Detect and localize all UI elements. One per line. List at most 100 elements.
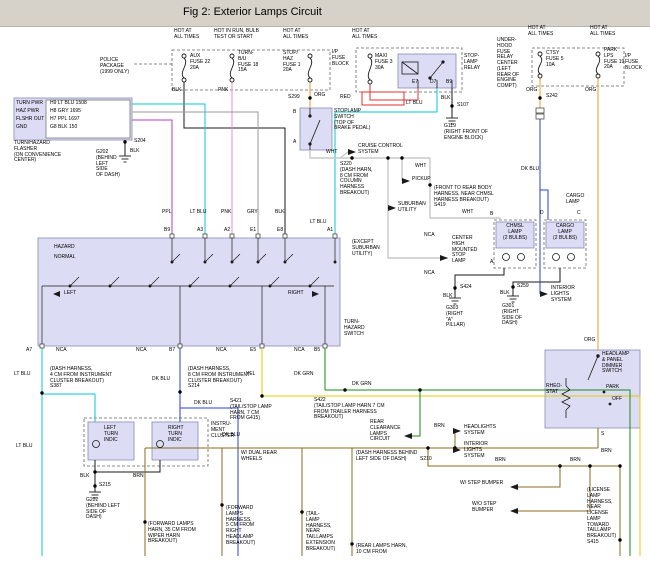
label-pin-d-cargo: D [540,211,544,217]
label-wo-step-bumper: W/O STEP BUMPER [472,502,496,514]
label-org-s299: ORG [314,93,325,99]
label-nca-right-2: NCA [424,271,435,277]
label-brn-switch: BRN [601,449,612,455]
label-blk-2: BLK [80,474,89,480]
label-pin-a2: A2 [224,228,230,234]
label-ltblu-2: LT BLU [14,372,31,378]
label-fuse-park-lps: PARK LPS FUSE 19 20A [604,48,624,71]
label-hot-run: HOT IN RUN, BULB TEST OR START [214,29,259,41]
label-s259: S259 [517,284,529,290]
interior-right-arrow-icon [540,291,548,297]
label-pin-e7: E7 [412,80,418,86]
w-step-arrow-icon [510,484,518,490]
label-brn-1: BRN [434,424,445,430]
label-hot-park: HOT AT ALL TIMES [590,26,615,38]
label-s242: S242 [546,94,558,100]
label-s204: S204 [134,139,146,145]
label-w-dual-rear-wheels: W/ DUAL REAR WHEELS [241,451,277,463]
label-pin-a1: A1 [327,228,333,234]
label-except-suburban: (EXCEPT SUBURBAN UTILITY) [352,240,380,257]
label-pin-b-chmsl: B [490,212,493,218]
label-park: PARK [606,385,619,391]
label-s421: S421 (TAIL/STOP LAMP HARN, 7 CM FROM G41… [230,399,272,422]
label-turn-hazard-switch: TURN- HAZARD SWITCH [344,320,365,337]
label-pnk-1: PNK [221,210,231,216]
label-license-harness: (LICENSE LAMP HARNESS, NEAR LICENSE LAMP… [587,488,616,546]
label-s424: S424 [460,285,472,291]
label-ip-fuse-block-right: I/P FUSE BLOCK [625,54,642,71]
label-blk-relay: BLK [441,96,450,102]
label-ltblu-1: LT BLU [190,210,207,216]
label-s215: S215 [99,483,111,489]
label-cruise-system: CRUISE CONTROL SYSTEM [358,144,403,156]
label-brn-2: BRN [495,458,506,464]
label-pin-b9: B9 [164,228,170,234]
label-s299: S299 [288,95,300,101]
label-pin-e5: E5 [250,348,256,354]
label-chmsl-system: CENTER HIGH MOUNTED STOP LAMP [452,236,477,265]
label-nca-2: NCA [136,348,147,354]
label-flasher-out: FLSHR OUT [16,117,44,123]
label-flasher-row1: H9 LT BLU 1508 [50,101,87,107]
label-s220: S220 (DASH HARN, 8 CM FROM COLUMN HARNES… [340,162,373,197]
label-blk-1: BLK [275,210,284,216]
label-ppl: PPL [162,210,171,216]
label-ip-fuse-block-left: I/P FUSE BLOCK [332,50,349,67]
label-left: LEFT [64,291,76,297]
label-pin-s: S [601,432,604,438]
label-dash-harness-4cm: (DASH HARNESS, 4 CM FROM INSTRUMENT CLUS… [50,367,112,390]
label-blk-chmsl: BLK [443,294,452,300]
headlights-arrow-icon [453,428,461,434]
diagram-page: Fig 2: Exterior Lamps Circuit [0,0,650,563]
label-pin-a-stop: A [293,140,296,146]
label-w-step-bumper: W/ STEP BUMPER [460,481,503,487]
label-blk-cargo: BLK [500,291,509,297]
label-dash-harness-8cm: (DASH HARNESS, 8 CM FROM INSTRUMENT CLUS… [188,367,250,390]
label-pin-c-cargo: C [577,211,581,217]
label-hot-ctsy: HOT AT ALL TIMES [528,26,553,38]
label-ltblu-a1: LT BLU [310,220,327,226]
label-cargo-lamp: CARGO LAMP [566,194,584,206]
label-police-package: POLICE PACKAGE (1999 ONLY) [100,58,129,75]
label-dkblu-cargo: DK BLU [521,167,539,173]
label-s419: (FRONT TO REAR BODY HARNESS, NEAR CHMSL … [434,186,494,209]
label-fuse-turn-bu: TURN- B/U FUSE 18 15A [238,51,258,74]
rear-clearance-arrow-icon [404,433,412,439]
label-dkblu-1: DK BLU [152,377,170,383]
label-off: OFF [612,397,622,403]
label-s210: S210 [420,457,432,463]
label-s422: S422 (TAIL/STOP LAMP HARN 7 CM FROM TRAI… [314,398,384,421]
label-wht-2: WHT [415,164,426,170]
label-flasher-row2: H8 GRY 1695 [50,109,81,115]
label-org-ctsy: ORG [526,88,537,94]
label-dkgrn-2: DK GRN [352,382,371,388]
label-blk-s204: BLK [130,149,139,155]
label-nca-3: NCA [216,348,227,354]
label-headlamp-switch: HEADLAMP & PANEL DIMMER SWITCH [602,352,630,375]
wo-step-arrow-icon [510,508,518,514]
label-right-turn-indic: RIGHT TURN INDIC [168,426,184,443]
label-interior-lights-right: INTERIOR LIGHTS SYSTEM [551,286,575,303]
label-flasher-row4: G8 BLK 150 [50,125,77,131]
label-g202-bottom: G202 (BEHIND LEFT SIDE OF DASH) [86,498,120,521]
label-org-switch: ORG [584,338,595,344]
label-brn-3: BRN [570,458,581,464]
label-suburban-utility: SUBURBAN UTILITY [398,202,426,214]
label-red: RED [340,95,351,101]
label-gry-1: GRY [247,210,258,216]
chmsl-arrow-icon [440,255,448,261]
label-flasher-turn-pwr: TURN PWR [16,101,43,107]
label-wht-1: WHT [326,150,337,156]
label-blk-aux: BLK [172,88,181,94]
label-hot-maxi: HOT AT ALL TIMES [352,29,377,41]
label-left-turn-indic: LEFT TURN INDIC [104,426,118,443]
pickup-arrow-icon [402,178,410,184]
label-dkgrn-1: DK GRN [294,372,313,378]
cruise-arrow-icon [348,149,356,155]
label-cargo-lamp-bulbs: CARGO LAMP (2 BULBS) [547,224,583,241]
highlight-box [362,92,404,105]
label-pin-a7: A7 [26,348,32,354]
label-brn-4: BRN [133,474,144,480]
label-pin-e1: E1 [250,228,256,234]
label-s107: S107 [457,103,469,109]
